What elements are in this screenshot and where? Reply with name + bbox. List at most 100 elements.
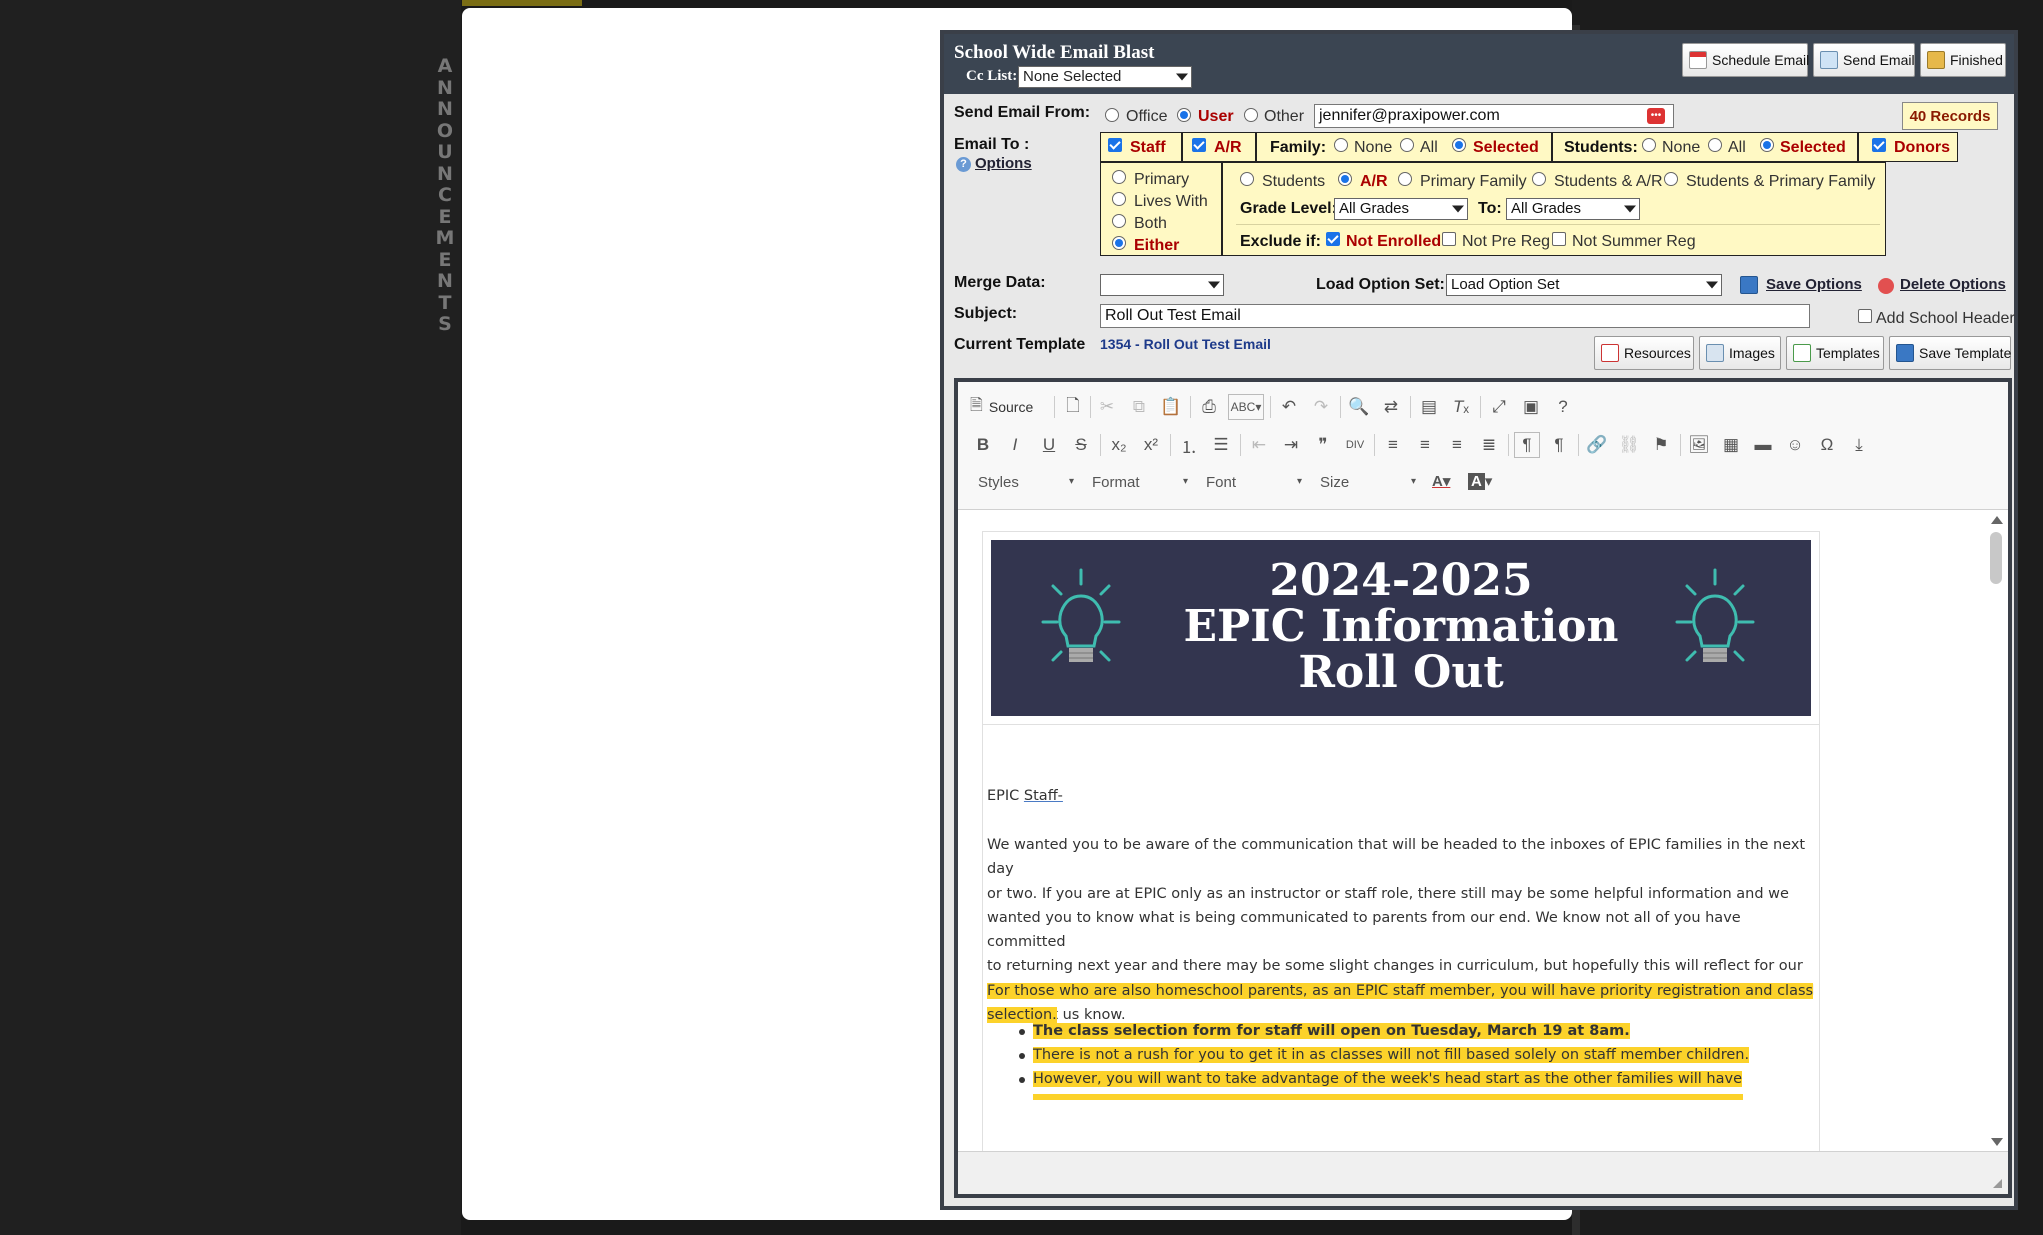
recipient-ar-radio[interactable] — [1338, 172, 1352, 186]
finished-button[interactable]: Finished — [1920, 43, 2006, 77]
find-icon[interactable]: 🔍 — [1346, 394, 1372, 420]
resize-grip-icon[interactable] — [1993, 1179, 2002, 1188]
cc-list-select[interactable]: None Selected — [1018, 66, 1192, 88]
templates-button[interactable]: Templates — [1786, 336, 1884, 370]
students-none-radio[interactable] — [1642, 138, 1656, 152]
remove-format-icon[interactable]: Tₓ — [1448, 394, 1474, 420]
paste-icon[interactable]: 📋 — [1158, 394, 1184, 420]
exclude-not-enrolled-checkbox[interactable] — [1326, 232, 1340, 246]
send-from-office-radio[interactable] — [1105, 108, 1119, 122]
div-container-icon[interactable]: DIV — [1342, 432, 1368, 458]
redo-icon[interactable]: ↷ — [1308, 394, 1334, 420]
ar-checkbox[interactable] — [1192, 138, 1206, 152]
announcements-vertical-label[interactable]: ANNOUNCEMENTS — [433, 55, 457, 336]
contact-either-radio[interactable] — [1112, 236, 1126, 250]
family-none-radio[interactable] — [1334, 138, 1348, 152]
recipient-students-radio[interactable] — [1240, 172, 1254, 186]
indent-icon[interactable]: ⇥ — [1278, 432, 1304, 458]
donors-checkbox[interactable] — [1872, 138, 1886, 152]
send-from-other-radio[interactable] — [1244, 108, 1258, 122]
anchor-icon[interactable]: ⚑ — [1648, 432, 1674, 458]
undo-icon[interactable]: ↶ — [1276, 394, 1302, 420]
background-color-icon[interactable]: A ▾ — [1468, 472, 1492, 490]
exclude-not-summer-reg-checkbox[interactable] — [1552, 232, 1566, 246]
font-dropdown[interactable]: Font ▾ — [1206, 474, 1302, 491]
add-school-header-checkbox[interactable] — [1858, 309, 1872, 323]
options-link[interactable]: Options — [975, 155, 1032, 172]
recipient-primary-family-radio[interactable] — [1398, 172, 1412, 186]
email-lookup-icon[interactable]: ••• — [1647, 108, 1665, 124]
underline-icon[interactable]: U — [1036, 432, 1062, 458]
source-icon[interactable]: 🗎 Source — [970, 394, 1050, 420]
size-dropdown[interactable]: Size ▾ — [1320, 474, 1416, 491]
table-icon[interactable]: ▦ — [1718, 432, 1744, 458]
image-icon[interactable]: 🖼 — [1686, 432, 1712, 458]
recipient-students-ar-radio[interactable] — [1532, 172, 1546, 186]
smiley-icon[interactable]: ☺ — [1782, 432, 1808, 458]
delete-options-link[interactable]: Delete Options — [1900, 276, 2006, 293]
recipient-students-primary-radio[interactable] — [1664, 172, 1678, 186]
cut-icon[interactable]: ✂ — [1094, 394, 1120, 420]
subscript-icon[interactable]: x₂ — [1106, 432, 1132, 458]
contact-lives-with-radio[interactable] — [1112, 192, 1126, 206]
rtl-icon[interactable]: ¶ — [1546, 432, 1572, 458]
text-color-icon[interactable]: A▾ — [1432, 472, 1450, 490]
contact-both-radio[interactable] — [1112, 214, 1126, 228]
resources-button[interactable]: Resources — [1594, 336, 1694, 370]
merge-data-select[interactable] — [1100, 274, 1224, 296]
send-from-user-radio[interactable] — [1177, 108, 1191, 122]
ltr-icon[interactable]: ¶ — [1514, 432, 1540, 458]
subject-input[interactable]: Roll Out Test Email — [1100, 304, 1810, 328]
images-button[interactable]: Images — [1699, 336, 1781, 370]
copy-icon[interactable]: ⧉ — [1126, 394, 1152, 420]
help-icon[interactable]: ? — [1550, 394, 1576, 420]
contact-primary-radio[interactable] — [1112, 170, 1126, 184]
special-char-icon[interactable]: Ω — [1814, 432, 1840, 458]
maximize-icon[interactable]: ⤢ — [1486, 394, 1512, 420]
save-options-link[interactable]: Save Options — [1766, 276, 1862, 293]
family-selected-radio[interactable] — [1452, 138, 1466, 152]
scroll-thumb[interactable] — [1990, 532, 2002, 584]
superscript-icon[interactable]: x² — [1138, 432, 1164, 458]
numbered-list-icon[interactable]: ⒈ — [1176, 432, 1202, 458]
scroll-down-icon[interactable] — [1991, 1138, 2003, 1146]
replace-icon[interactable]: ⇄ — [1378, 394, 1404, 420]
strikethrough-icon[interactable]: S — [1068, 432, 1094, 458]
send-email-button[interactable]: Send Email — [1813, 43, 1915, 77]
styles-dropdown[interactable]: Styles ▾ — [978, 474, 1074, 491]
link-icon[interactable]: 🔗 — [1584, 432, 1610, 458]
sender-email-field[interactable]: jennifer@praxipower.com ••• — [1314, 104, 1674, 128]
blockquote-icon[interactable]: ❞ — [1310, 432, 1336, 458]
grade-to-select[interactable]: All Grades — [1506, 198, 1640, 220]
scroll-up-icon[interactable] — [1991, 516, 2003, 524]
horizontal-line-icon[interactable]: ▬ — [1750, 432, 1776, 458]
students-all-radio[interactable] — [1708, 138, 1722, 152]
show-blocks-icon[interactable]: ▣ — [1518, 394, 1544, 420]
help-icon[interactable]: ? — [956, 157, 971, 172]
exclude-not-pre-reg-checkbox[interactable] — [1442, 232, 1456, 246]
bulleted-list-icon[interactable]: ☰ — [1208, 432, 1234, 458]
print-icon[interactable]: ⎙ — [1196, 394, 1222, 420]
new-page-icon[interactable]: 🗋 — [1060, 394, 1086, 420]
save-template-button[interactable]: Save Template — [1889, 336, 2011, 370]
students-selected-radio[interactable] — [1760, 138, 1774, 152]
spellcheck-icon[interactable]: ABC▾ — [1228, 394, 1264, 420]
schedule-email-button[interactable]: Schedule Email — [1682, 43, 1809, 77]
load-option-set-select[interactable]: Load Option Set — [1446, 274, 1722, 296]
justify-icon[interactable]: ≣ — [1476, 432, 1502, 458]
format-dropdown[interactable]: Format ▾ — [1092, 474, 1188, 491]
page-break-icon[interactable]: ⤓ — [1846, 432, 1872, 458]
bold-icon[interactable]: B — [970, 432, 996, 458]
editor-content-area[interactable]: 2024-2025 EPIC Information Roll Out EPIC… — [958, 511, 2008, 1151]
align-center-icon[interactable]: ≡ — [1412, 432, 1438, 458]
family-all-radio[interactable] — [1400, 138, 1414, 152]
grade-level-select[interactable]: All Grades — [1334, 198, 1468, 220]
editor-scrollbar[interactable] — [1988, 514, 2006, 1150]
align-right-icon[interactable]: ≡ — [1444, 432, 1470, 458]
save-icon[interactable] — [1740, 276, 1758, 294]
delete-icon[interactable] — [1878, 278, 1894, 294]
outdent-icon[interactable]: ⇤ — [1246, 432, 1272, 458]
select-all-icon[interactable]: ▤ — [1416, 394, 1442, 420]
staff-checkbox[interactable] — [1108, 138, 1122, 152]
align-left-icon[interactable]: ≡ — [1380, 432, 1406, 458]
